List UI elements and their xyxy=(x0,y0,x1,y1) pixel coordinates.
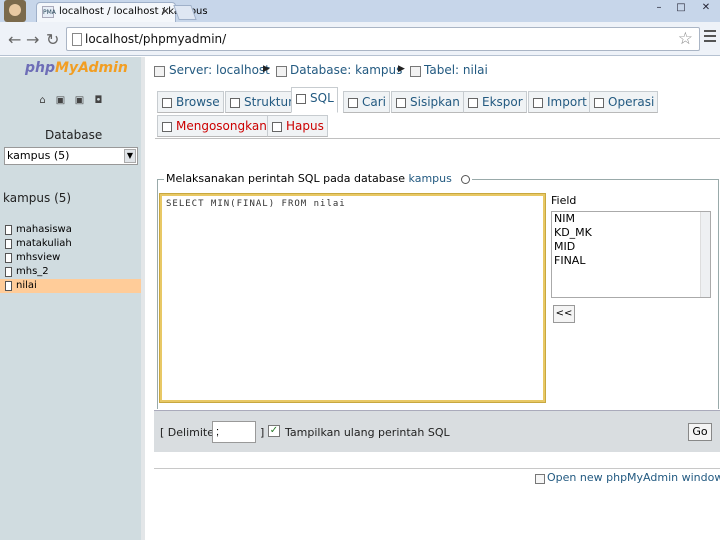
breadcrumb-separator-icon: ▶ xyxy=(263,64,270,74)
database-icon xyxy=(276,66,287,77)
tab-cari[interactable]: Cari xyxy=(343,91,390,113)
delimiter-label: [ Delimiter xyxy=(160,426,219,439)
delimiter-input[interactable] xyxy=(212,421,256,443)
sql-options-bar: [ Delimiter ] ✓ Tampilkan ulang perintah… xyxy=(154,410,720,452)
main-frame: Server: localhost ▶ Database: kampus ▶ T… xyxy=(141,57,720,540)
pma-favicon-icon: PMA xyxy=(42,6,56,18)
field-item[interactable]: MID xyxy=(552,240,710,254)
browse-icon xyxy=(162,98,172,108)
breadcrumb-table[interactable]: Tabel: nilai xyxy=(424,63,488,77)
tab-struktur[interactable]: Struktur xyxy=(225,91,298,113)
chevron-down-icon: ▼ xyxy=(124,149,136,163)
query-window-icon[interactable]: ▣ xyxy=(74,95,85,107)
field-list-scrollbar[interactable] xyxy=(700,212,710,297)
breadcrumb-database[interactable]: Database: kampus xyxy=(290,63,402,77)
table-item-mhs_2[interactable]: mhs_2 xyxy=(0,265,141,279)
tab-import[interactable]: Import xyxy=(528,91,591,113)
minimize-icon[interactable]: – xyxy=(650,2,668,14)
help-icon[interactable] xyxy=(461,174,471,184)
field-list-label: Field xyxy=(551,194,577,207)
show-query-label: Tampilkan ulang perintah SQL xyxy=(285,426,450,439)
tab-operasi[interactable]: Operasi xyxy=(589,91,659,113)
table-item-matakuliah[interactable]: matakuliah xyxy=(0,237,141,251)
browser-toolbar: ← → ↻ localhost/phpmyadmin/ ☆ xyxy=(0,22,720,56)
breadcrumb-server[interactable]: Server: localhost xyxy=(169,63,270,77)
tab-mengosongkan[interactable]: Mengosongkan xyxy=(157,115,271,137)
browser-tabstrip: PMA localhost / localhost / kampus ✕ – □… xyxy=(0,0,720,22)
back-arrow-icon[interactable]: ← xyxy=(8,30,21,49)
drop-icon xyxy=(272,122,282,132)
sql-window-icon[interactable]: ▣ xyxy=(55,95,66,107)
insert-icon xyxy=(396,98,406,108)
table-item-mahasiswa[interactable]: mahasiswa xyxy=(0,223,141,237)
tab-ekspor[interactable]: Ekspor xyxy=(463,91,527,113)
field-list[interactable]: NIM KD_MK MID FINAL xyxy=(551,211,711,298)
delimiter-close-label: ] xyxy=(260,426,265,439)
bookmark-star-icon[interactable]: ☆ xyxy=(678,29,693,49)
database-link[interactable]: kampus xyxy=(409,172,452,185)
field-item[interactable]: NIM xyxy=(552,212,710,226)
tab-browse[interactable]: Browse xyxy=(157,91,224,113)
database-select[interactable]: kampus (5) ▼ xyxy=(4,147,138,165)
table-icon xyxy=(5,253,12,263)
address-bar[interactable]: localhost/phpmyadmin/ ☆ xyxy=(66,27,700,51)
home-icon[interactable]: ⌂ xyxy=(37,95,48,107)
browser-tab[interactable]: PMA localhost / localhost / kampus ✕ xyxy=(36,2,208,22)
insert-field-button[interactable]: << xyxy=(553,305,575,323)
forward-arrow-icon[interactable]: → xyxy=(26,30,39,49)
sql-query-textarea[interactable]: SELECT MIN(FINAL) FROM nilai xyxy=(159,193,546,403)
tab-sql[interactable]: SQL xyxy=(291,87,338,113)
field-item[interactable]: FINAL xyxy=(552,254,710,268)
close-window-icon[interactable]: ✕ xyxy=(697,2,715,14)
table-icon xyxy=(5,239,12,249)
table-icon xyxy=(5,281,12,291)
table-icon xyxy=(410,66,421,77)
footer-divider xyxy=(154,468,720,469)
server-icon xyxy=(154,66,165,77)
sql-legend: Melaksanakan perintah SQL pada database … xyxy=(164,172,473,185)
table-icon xyxy=(5,267,12,277)
breadcrumb-separator-icon: ▶ xyxy=(398,64,405,74)
table-list: mahasiswa matakuliah mhsview mhs_2 nilai xyxy=(0,223,141,293)
tab-close-icon[interactable]: ✕ xyxy=(161,5,170,18)
table-item-mhsview[interactable]: mhsview xyxy=(0,251,141,265)
import-icon xyxy=(533,98,543,108)
table-icon xyxy=(5,225,12,235)
profile-avatar[interactable] xyxy=(4,0,26,22)
go-button[interactable]: Go xyxy=(688,423,712,441)
new-window-link[interactable]: Open new phpMyAdmin window xyxy=(547,471,720,484)
database-heading[interactable]: kampus (5) xyxy=(3,191,71,205)
tab-sisipkan[interactable]: Sisipkan xyxy=(391,91,464,113)
page-icon xyxy=(72,33,82,46)
empty-icon xyxy=(162,122,172,132)
tab-divider xyxy=(155,138,720,139)
export-icon xyxy=(468,98,478,108)
new-window-icon xyxy=(535,474,545,484)
show-query-checkbox[interactable]: ✓ xyxy=(268,425,280,437)
navigation-pane: phpMyAdmin ⌂ ▣ ▣ ◘ Database kampus (5) ▼… xyxy=(0,57,141,540)
field-item[interactable]: KD_MK xyxy=(552,226,710,240)
tab-hapus[interactable]: Hapus xyxy=(267,115,328,137)
url-text: localhost/phpmyadmin/ xyxy=(85,32,227,46)
menu-icon[interactable] xyxy=(704,30,716,45)
search-icon xyxy=(348,98,358,108)
structure-icon xyxy=(230,98,240,108)
database-label: Database xyxy=(45,128,103,142)
docs-icon[interactable]: ◘ xyxy=(93,95,104,107)
operations-icon xyxy=(594,98,604,108)
restore-icon[interactable]: □ xyxy=(672,2,690,14)
phpmyadmin-logo[interactable]: phpMyAdmin xyxy=(25,60,128,76)
sql-icon xyxy=(296,94,306,104)
reload-icon[interactable]: ↻ xyxy=(46,30,59,49)
table-item-nilai[interactable]: nilai xyxy=(0,279,141,293)
